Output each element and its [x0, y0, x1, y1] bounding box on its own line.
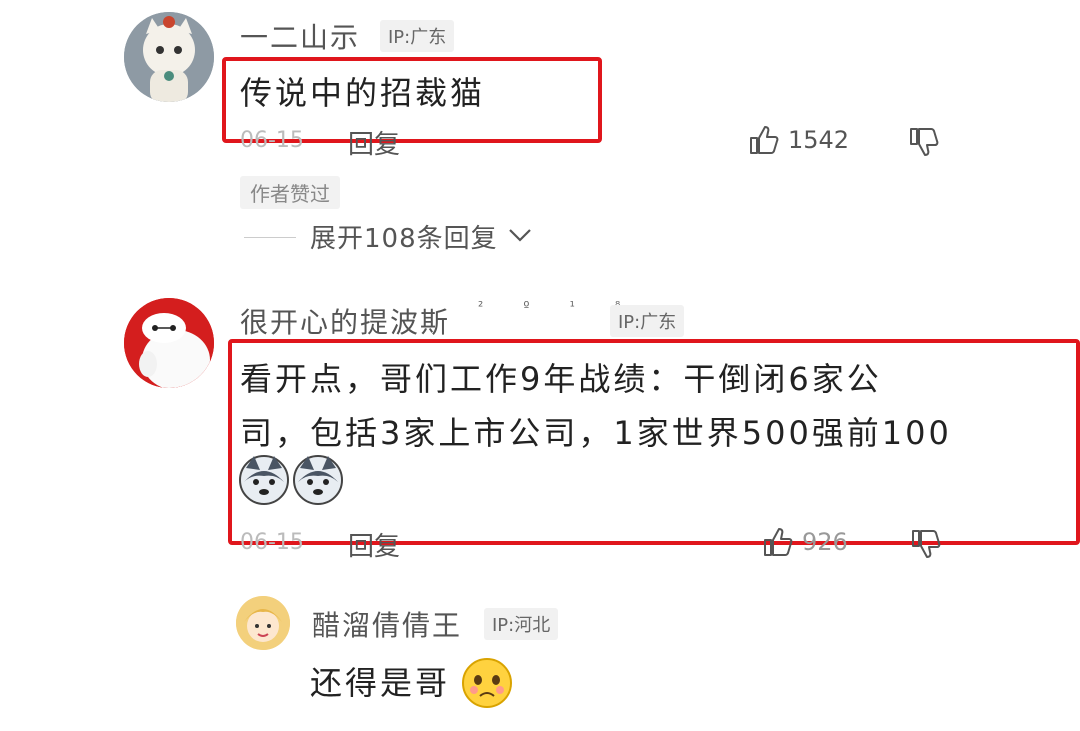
shy-face-emoji-icon — [460, 656, 514, 714]
comment-date: 06-15 — [240, 128, 304, 153]
ip-location-tag: IP:广东 — [610, 305, 685, 337]
cat-avatar-image — [124, 12, 214, 102]
divider-line — [244, 237, 296, 238]
avatar[interactable] — [124, 298, 214, 388]
ip-location-tag: IP:广东 — [380, 20, 455, 52]
thumbs-up-icon[interactable] — [748, 124, 780, 160]
reply-button[interactable]: 回复 — [348, 124, 400, 161]
reply-text: 还得是哥 — [310, 664, 451, 702]
username[interactable]: 一二山示 — [240, 16, 360, 56]
username[interactable]: 醋溜倩倩王 — [312, 604, 462, 644]
thumbs-up-icon[interactable] — [762, 526, 794, 562]
reply-button[interactable]: 回复 — [348, 526, 400, 563]
baymax-avatar-image — [124, 298, 214, 388]
expand-replies-button[interactable]: 展开108条回复 — [310, 218, 534, 255]
like-count: 1542 — [788, 126, 850, 154]
thumbs-down-icon[interactable] — [908, 126, 940, 162]
ip-location-tag: IP:河北 — [484, 608, 559, 640]
thumbs-down-icon[interactable] — [910, 528, 942, 564]
comment-date: 06-15 — [240, 530, 304, 555]
expand-replies-label: 展开108条回复 — [310, 224, 498, 254]
comment-text-line-2: 司，包括3家上市公司，1家世界500强前100 — [240, 414, 952, 452]
avatar[interactable] — [236, 596, 290, 650]
avatar[interactable] — [124, 12, 214, 102]
husky-emoji-icon — [238, 454, 290, 510]
like-count: 926 — [802, 528, 848, 556]
girl-avatar-image — [236, 596, 290, 650]
username[interactable]: 很开心的提波斯 — [240, 301, 450, 341]
comment-text-line-1: 看开点，哥们工作9年战绩：干倒闭6家公 — [240, 360, 882, 398]
chevron-down-icon — [506, 225, 534, 249]
author-liked-tag: 作者赞过 — [240, 176, 340, 209]
comment-text: 传说中的招裁猫 — [240, 74, 486, 112]
husky-emoji-icon — [292, 454, 344, 510]
